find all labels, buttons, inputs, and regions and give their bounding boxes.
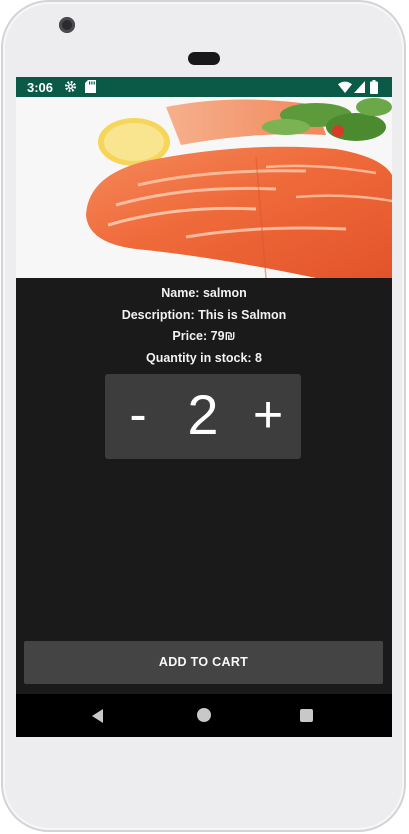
product-price: Price: 79₪ xyxy=(172,329,236,343)
quantity-stepper: - 2 + xyxy=(105,374,301,459)
quantity-value: 2 xyxy=(187,383,219,446)
phone-frame: 3:06 Name: salmon Description: This is S… xyxy=(1,0,406,832)
earpiece-speaker xyxy=(188,52,220,65)
status-time: 3:06 xyxy=(27,80,54,95)
gear-icon xyxy=(64,80,77,93)
status-bar: 3:06 xyxy=(16,77,392,97)
navigation-bar xyxy=(16,694,392,737)
product-name: Name: salmon xyxy=(161,286,247,300)
salmon-image xyxy=(16,97,392,278)
app-screen: 3:06 Name: salmon Description: This is S… xyxy=(16,77,392,737)
product-details: Name: salmon Description: This is Salmon… xyxy=(16,283,392,369)
back-icon[interactable] xyxy=(90,708,106,724)
front-camera xyxy=(59,17,75,33)
recents-icon[interactable] xyxy=(300,709,313,722)
signal-icon xyxy=(354,81,365,93)
add-to-cart-button[interactable]: ADD TO CART xyxy=(24,641,383,684)
decrement-button[interactable]: - xyxy=(123,382,153,448)
product-stock: Quantity in stock: 8 xyxy=(146,350,262,365)
product-description: Description: This is Salmon xyxy=(121,307,287,322)
increment-button[interactable]: + xyxy=(245,382,291,448)
home-icon[interactable] xyxy=(197,708,211,722)
wifi-icon xyxy=(338,81,352,93)
sd-card-icon xyxy=(85,80,96,93)
battery-icon xyxy=(370,80,378,94)
